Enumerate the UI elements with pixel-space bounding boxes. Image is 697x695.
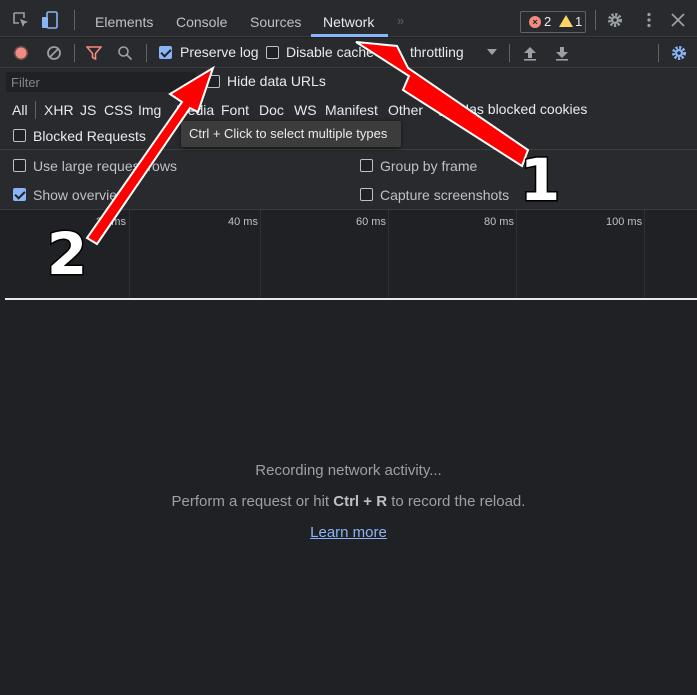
timeline-tick: 80 ms xyxy=(484,216,514,228)
type-filter-css[interactable]: CSS xyxy=(104,102,133,118)
clear-icon[interactable] xyxy=(46,45,62,61)
close-icon[interactable] xyxy=(669,11,687,29)
group-by-frame-label: Group by frame xyxy=(380,158,478,174)
timeline-tick: 60 ms xyxy=(356,216,386,228)
show-overview-label: Show overview xyxy=(33,187,128,203)
tab-sources[interactable]: Sources xyxy=(250,0,301,37)
warning-count: 1 xyxy=(575,14,583,29)
divider xyxy=(35,101,36,119)
group-by-frame-checkbox[interactable] xyxy=(360,159,373,172)
type-filter-tooltip: Ctrl + Click to select multiple types xyxy=(181,121,401,147)
capture-screenshots-checkbox[interactable] xyxy=(360,188,373,201)
type-filter-ws[interactable]: WS xyxy=(294,102,317,118)
blocked-requests-label: Blocked Requests xyxy=(33,128,146,144)
network-overview-timeline[interactable]: 20 ms 40 ms 60 ms 80 ms 100 ms xyxy=(5,210,697,300)
recording-message: Recording network activity... xyxy=(255,462,442,479)
preserve-log-checkbox[interactable] xyxy=(159,46,172,59)
divider xyxy=(658,44,659,62)
reload-hint: Perform a request or hit Ctrl + R to rec… xyxy=(0,493,697,510)
large-rows-label: Use large request rows xyxy=(33,158,177,174)
type-filter-xhr[interactable]: XHR xyxy=(44,102,74,118)
network-toolbar: Preserve log Disable cache throttling xyxy=(0,38,697,68)
divider xyxy=(595,10,596,30)
type-filter-all[interactable]: All xyxy=(12,102,28,118)
record-icon[interactable] xyxy=(13,45,29,61)
error-icon: × xyxy=(529,16,541,28)
type-filter-manifest[interactable]: Manifest xyxy=(325,102,378,118)
type-filter-js[interactable]: JS xyxy=(80,102,96,118)
more-options-icon[interactable] xyxy=(640,11,658,29)
divider xyxy=(74,44,75,62)
type-filter-img[interactable]: Img xyxy=(138,102,161,118)
gridline xyxy=(260,210,261,298)
reload-shortcut: Ctrl + R xyxy=(333,493,388,510)
network-settings-pane: Use large request rows Show overview Gro… xyxy=(0,150,697,210)
filter-icon[interactable] xyxy=(86,45,102,61)
gear-icon[interactable] xyxy=(606,11,624,29)
filter-input[interactable] xyxy=(6,72,196,92)
type-filter-other[interactable]: Other xyxy=(388,102,423,118)
timeline-tick: 100 ms xyxy=(606,216,643,228)
reload-hint-suffix: to record the reload. xyxy=(387,493,526,510)
learn-more-link[interactable]: Learn more xyxy=(310,524,387,541)
hide-data-urls-checkbox[interactable] xyxy=(207,75,220,88)
issues-badge[interactable]: × 2 1 xyxy=(520,11,586,33)
tab-bar: Elements Console Sources Network » × 2 1 xyxy=(0,0,697,37)
gridline xyxy=(516,210,517,298)
inspect-element-icon[interactable] xyxy=(12,11,30,29)
has-blocked-cookies-checkbox[interactable] xyxy=(439,103,452,116)
throttling-select[interactable]: throttling xyxy=(410,44,464,60)
large-rows-checkbox[interactable] xyxy=(13,159,26,172)
more-tabs-icon[interactable]: » xyxy=(397,0,404,37)
reload-hint-prefix: Perform a request or hit xyxy=(171,493,334,510)
hide-data-urls-label: Hide data URLs xyxy=(227,73,326,89)
divider xyxy=(146,44,147,62)
devtools-window: Elements Console Sources Network » × 2 1 xyxy=(0,0,697,695)
export-har-icon[interactable] xyxy=(555,45,569,61)
active-tab-indicator xyxy=(311,34,388,37)
tab-network[interactable]: Network xyxy=(323,0,374,37)
tab-console[interactable]: Console xyxy=(176,0,227,37)
device-toolbar-icon[interactable] xyxy=(41,11,59,29)
gridline xyxy=(388,210,389,298)
search-icon[interactable] xyxy=(117,45,133,61)
empty-state: Recording network activity... Perform a … xyxy=(0,302,697,695)
type-filter-doc[interactable]: Doc xyxy=(259,102,284,118)
gridline xyxy=(129,210,130,298)
preserve-log-label: Preserve log xyxy=(180,44,259,60)
gridline xyxy=(644,210,645,298)
warning-icon xyxy=(559,15,573,27)
disable-cache-label: Disable cache xyxy=(286,44,374,60)
timeline-tick: 40 ms xyxy=(228,216,258,228)
show-overview-checkbox[interactable] xyxy=(13,188,26,201)
network-settings-gear-icon[interactable] xyxy=(670,44,688,62)
error-count: 2 xyxy=(544,14,552,29)
chevron-down-icon[interactable] xyxy=(487,48,497,56)
disable-cache-checkbox[interactable] xyxy=(266,46,279,59)
has-blocked-cookies-label: Has blocked cookies xyxy=(459,101,588,117)
divider xyxy=(509,44,510,62)
blocked-requests-checkbox[interactable] xyxy=(13,129,26,142)
tab-elements[interactable]: Elements xyxy=(95,0,153,37)
divider xyxy=(74,10,75,30)
type-filter-font[interactable]: Font xyxy=(221,102,249,118)
import-har-icon[interactable] xyxy=(523,45,537,61)
timeline-tick: 20 ms xyxy=(96,216,126,228)
capture-screenshots-label: Capture screenshots xyxy=(380,187,510,203)
type-filter-media[interactable]: Media xyxy=(176,102,214,118)
